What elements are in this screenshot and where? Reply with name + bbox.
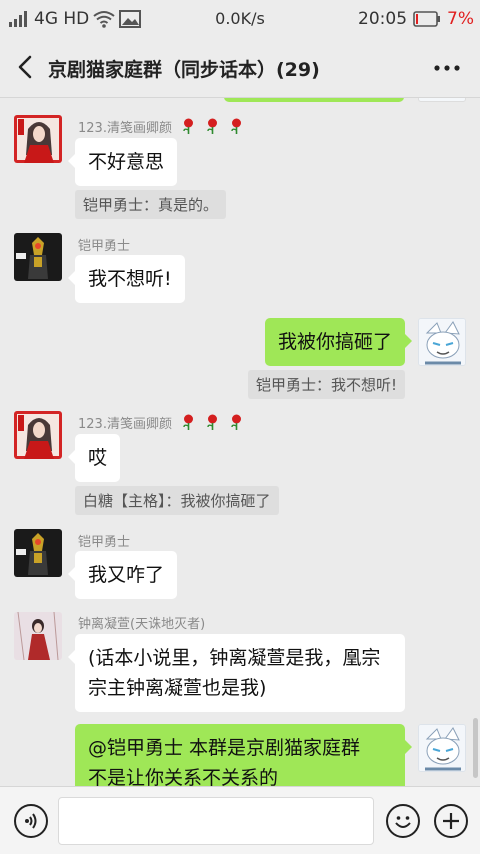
voice-button[interactable] [14, 804, 48, 838]
avatar[interactable] [14, 612, 62, 660]
sender-name: 123.清笺画卿颜 [78, 117, 244, 136]
more-dots-icon[interactable] [432, 54, 462, 82]
plus-button[interactable] [434, 804, 468, 838]
rose-icon [231, 118, 242, 134]
chat-header: 京剧猫家庭群（同步话本）(29) [0, 38, 480, 98]
message-bubble[interactable]: (话本小说里，钟离凝萱是我，凰宗 宗主钟离凝萱也是我) [68, 634, 405, 712]
emoji-button[interactable] [386, 804, 420, 838]
input-bar [0, 786, 480, 854]
message-line: 不是让你关系不关系的 [88, 767, 279, 786]
battery-percent: 7% [447, 9, 474, 29]
message-input[interactable] [58, 797, 374, 845]
self-avatar[interactable] [418, 318, 466, 366]
rose-icon [207, 414, 218, 430]
quoted-reply[interactable]: 白糖【主格】：我被你搞砸了 [75, 486, 279, 515]
sender-name: 铠甲勇士 [78, 535, 131, 550]
previous-avatar-fragment [418, 98, 466, 102]
back-arrow-icon[interactable] [12, 52, 40, 82]
avatar[interactable] [14, 115, 62, 163]
plus-icon [443, 813, 459, 829]
rose-icon [183, 118, 194, 134]
scrollbar[interactable] [473, 718, 478, 778]
clock: 20:05 [358, 9, 408, 29]
message-bubble[interactable]: 哎 [67, 434, 121, 482]
message-line: @铠甲勇士 本群是京剧猫家庭群 [88, 737, 361, 759]
status-bar: 4G HD 0.0K/s 20:05 7% [0, 0, 480, 38]
message-bubble[interactable]: 不好意思 [67, 138, 178, 186]
message-bubble-self[interactable]: @铠甲勇士 本群是京剧猫家庭群 不是让你关系不关系的 [75, 724, 412, 786]
rose-icon [231, 414, 242, 430]
sender-name: 钟离凝萱(天诛地灭者) [78, 617, 206, 632]
message-bubble[interactable]: 我又咋了 [67, 551, 178, 599]
avatar[interactable] [14, 529, 62, 577]
rose-icon [207, 118, 218, 134]
message-list[interactable]: 123.清笺画卿颜 不好意思 铠甲勇士：真是的。 铠甲勇士 我不想听! 我被你搞… [0, 98, 480, 786]
status-right: 20:05 7% [358, 9, 474, 29]
sender-name: 123.清笺画卿颜 [78, 413, 244, 432]
quoted-reply[interactable]: 铠甲勇士：真是的。 [75, 190, 227, 219]
emoji-icon [395, 816, 411, 828]
message-bubble-self[interactable]: 我被你搞砸了 [264, 318, 413, 366]
rose-icon [183, 414, 194, 430]
self-avatar[interactable] [418, 724, 466, 772]
message-line: 宗主钟离凝萱也是我) [88, 677, 267, 699]
chat-title: 京剧猫家庭群（同步话本）(29) [48, 59, 320, 81]
previous-bubble-fragment [224, 98, 404, 102]
message-bubble[interactable]: 我不想听! [68, 255, 185, 303]
avatar[interactable] [14, 411, 62, 459]
battery-icon [413, 11, 441, 27]
message-line: (话本小说里，钟离凝萱是我，凰宗 [88, 647, 381, 669]
avatar[interactable] [14, 233, 62, 281]
sender-name: 铠甲勇士 [78, 239, 131, 254]
quoted-reply[interactable]: 铠甲勇士：我不想听! [247, 370, 405, 399]
voice-icon [25, 813, 37, 829]
